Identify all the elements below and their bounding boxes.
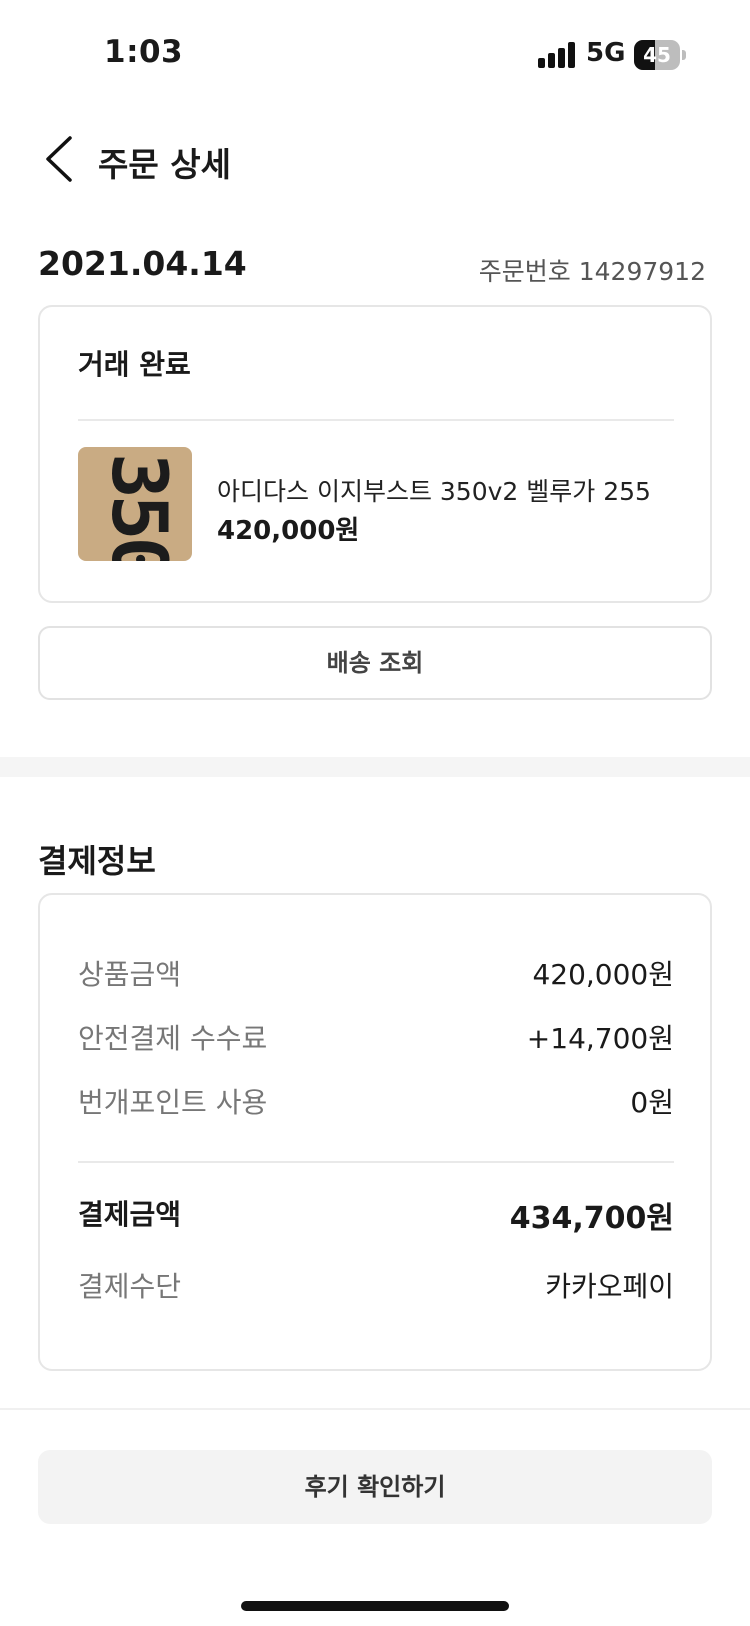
view-review-button[interactable]: 후기 확인하기 — [38, 1450, 712, 1524]
payment-row-label: 번개포인트 사용 — [78, 1086, 268, 1119]
payment-row-value: +14,700원 — [526, 1022, 674, 1055]
payment-method-row: 결제수단 카카오페이 — [78, 1265, 674, 1305]
status-bar: 1:03 5G 45 — [0, 0, 750, 110]
product-thumbnail-text: 350 — [95, 453, 184, 561]
order-status: 거래 완료 — [78, 348, 191, 381]
payment-total-value: 434,700원 — [509, 1201, 674, 1236]
payment-method-value: 카카오페이 — [545, 1270, 674, 1303]
order-status-card: 거래 완료 350 아디다스 이지부스트 350v2 벨루가 255 420,0… — [38, 305, 712, 603]
payment-row-value: 0원 — [630, 1086, 674, 1119]
payment-row-points: 번개포인트 사용 0원 — [78, 1081, 674, 1121]
payment-row-label: 상품금액 — [78, 958, 182, 991]
page-header: 주문 상세 — [0, 120, 750, 200]
order-date: 2021.04.14 — [38, 244, 247, 283]
payment-method-label: 결제수단 — [78, 1270, 182, 1303]
chevron-left-icon[interactable] — [40, 132, 80, 186]
battery-icon: 45 — [634, 40, 686, 70]
divider — [0, 1408, 750, 1410]
page-title: 주문 상세 — [98, 145, 231, 184]
payment-row-safe-fee: 안전결제 수수료 +14,700원 — [78, 1017, 674, 1057]
divider — [78, 1161, 674, 1163]
payment-row-product-amount: 상품금액 420,000원 — [78, 953, 674, 993]
divider — [78, 419, 674, 421]
status-time: 1:03 — [104, 34, 184, 70]
product-thumbnail[interactable]: 350 — [78, 447, 192, 561]
payment-row-value: 420,000원 — [532, 958, 674, 991]
network-label: 5G — [586, 38, 626, 68]
payment-card: 상품금액 420,000원 안전결제 수수료 +14,700원 번개포인트 사용… — [38, 893, 712, 1371]
product-name[interactable]: 아디다스 이지부스트 350v2 벨루가 255 — [217, 472, 651, 508]
battery-level: 45 — [643, 43, 671, 67]
payment-total-label: 결제금액 — [78, 1198, 182, 1231]
order-number: 주문번호 14297912 — [478, 257, 706, 286]
order-detail-screen: 1:03 5G 45 주문 상세 2021.04.14 주문번호 1429791… — [0, 0, 750, 1626]
payment-section-title: 결제정보 — [38, 842, 156, 880]
section-divider — [0, 757, 750, 777]
home-indicator[interactable] — [241, 1601, 509, 1611]
payment-total-row: 결제금액 434,700원 — [78, 1193, 674, 1236]
signal-icon — [538, 42, 576, 68]
payment-row-label: 안전결제 수수료 — [78, 1022, 268, 1055]
product-price: 420,000원 — [217, 516, 360, 546]
track-delivery-button[interactable]: 배송 조회 — [38, 626, 712, 700]
